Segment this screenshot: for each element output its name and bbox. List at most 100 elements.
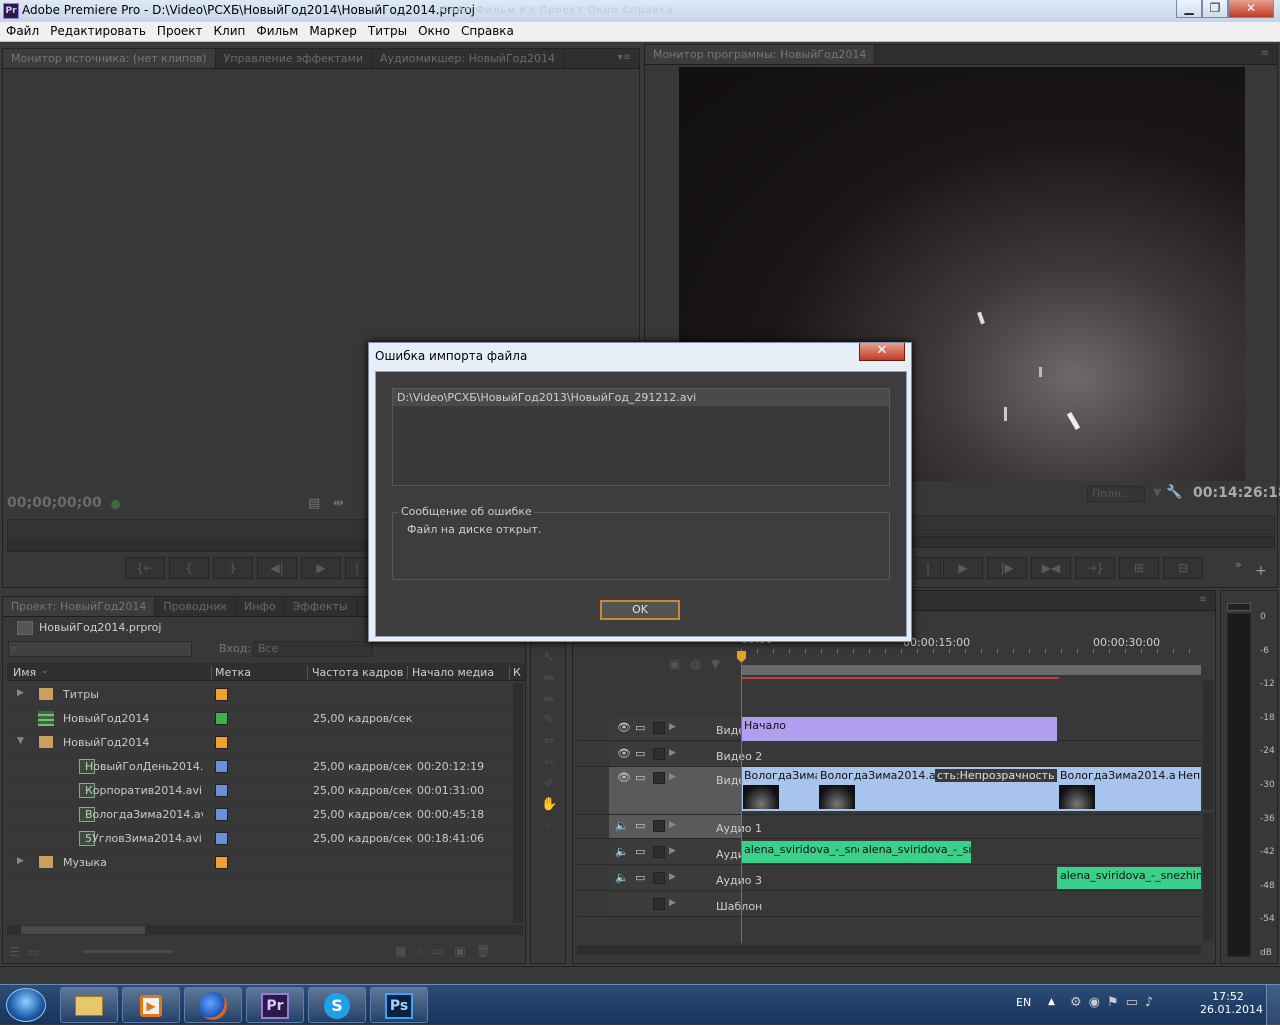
project-vscrollbar[interactable] (513, 683, 523, 923)
drag-video-icon[interactable]: ⇹ (333, 496, 344, 511)
menu-sequence[interactable]: Фильм (250, 22, 303, 38)
show-desktop-button[interactable] (1266, 985, 1280, 1025)
expand-triangle-icon[interactable]: ▶ (669, 772, 676, 782)
start-button[interactable] (6, 988, 46, 1022)
table-row[interactable]: ▼ НовыйГод2014 (7, 731, 511, 755)
track-header[interactable]: 👁 ▭ ▶ Видео 3 (609, 717, 762, 740)
film-icon[interactable]: ▭ (635, 845, 645, 858)
panel-menu-icon[interactable]: ≡ (1199, 594, 1207, 605)
opacity-keyframe-label[interactable]: сть:Непрозрачность (935, 769, 1057, 782)
minimize-button[interactable]: ▁ (1176, 0, 1202, 18)
lock-toggle[interactable] (653, 772, 665, 784)
tab-media-browser[interactable]: Проводник (155, 597, 237, 616)
col-media-start[interactable]: Начало медиа (407, 666, 494, 679)
menu-edit[interactable]: Редактировать (44, 22, 151, 38)
audio-clip[interactable]: alena_sviridova_-_sne (741, 841, 859, 863)
label-swatch[interactable] (215, 808, 228, 821)
audio-clip[interactable]: alena_sviridova_-_sı (859, 841, 971, 863)
col-name[interactable]: Имя (13, 666, 36, 679)
ok-button[interactable]: OK (600, 600, 680, 620)
maximize-button[interactable]: ❐ (1202, 0, 1228, 18)
label-swatch[interactable] (215, 688, 228, 701)
col-k[interactable]: К (509, 666, 521, 679)
lock-toggle[interactable] (653, 820, 665, 832)
project-search-input[interactable]: ⌕ (8, 641, 192, 657)
expand-triangle-icon[interactable]: ▼ (17, 736, 24, 746)
film-icon[interactable]: ▭ (635, 871, 645, 884)
go-to-out-button[interactable]: ▶◀ (1031, 557, 1071, 579)
in-select[interactable]: Все (253, 641, 373, 657)
tab-source-monitor[interactable]: Монитор источника: (нет клипов) (3, 49, 216, 68)
track-header[interactable]: 🔈 ▭ ▶ Аудио 3 (609, 867, 762, 890)
step-back-button[interactable]: | (915, 557, 941, 579)
taskbar-skype[interactable]: S (308, 987, 366, 1023)
play-button[interactable]: ▶ (943, 557, 983, 579)
label-swatch[interactable] (215, 784, 228, 797)
mark-out-button[interactable]: } (213, 557, 253, 579)
track-header[interactable]: 👁 ▭ ▶ Видео 1 (609, 767, 762, 814)
film-icon[interactable]: ▭ (635, 721, 645, 734)
tab-effect-controls[interactable]: Управление эффектами (216, 49, 372, 68)
program-timecode[interactable]: 00:14:26:18 (1193, 485, 1280, 501)
expand-triangle-icon[interactable]: ▶ (669, 748, 676, 758)
expand-triangle-icon[interactable]: ▶ (17, 856, 24, 866)
video-clip[interactable]: Неп (1175, 767, 1201, 811)
tray-icons[interactable]: ⚙◉⚑▭♪ (1070, 995, 1160, 1010)
label-swatch[interactable] (215, 856, 228, 869)
timeline-tool-icons[interactable]: ▣◍▼ (669, 657, 730, 671)
show-hidden-icons-icon[interactable]: ▲ (1048, 997, 1055, 1007)
speaker-icon[interactable]: 🔈 (615, 819, 629, 832)
film-icon[interactable]: ▭ (635, 819, 645, 832)
audio-clip[interactable]: alena_sviridova_-_snezhink (1057, 867, 1201, 889)
film-icon[interactable]: ▭ (635, 747, 645, 760)
menu-clip[interactable]: Клип (208, 22, 251, 38)
lock-toggle[interactable] (653, 722, 665, 734)
track-header[interactable]: 👁 ▭ ▶ Видео 2 (609, 743, 762, 766)
safe-margins-icon[interactable]: ▤ (308, 496, 320, 511)
tab-project[interactable]: Проект: НовыйГод2014 (3, 597, 156, 616)
work-area-bar[interactable] (741, 665, 1201, 675)
sort-chevron-icon[interactable]: ⌄ (41, 666, 49, 676)
video-vscrollbar[interactable] (1203, 681, 1213, 809)
close-button[interactable]: ✕ (1228, 0, 1274, 18)
language-indicator[interactable]: EN (1016, 996, 1031, 1009)
file-list[interactable]: D:\Video\РСХБ\НовыйГод2013\НовыйГод_2912… (392, 388, 890, 486)
taskbar-photoshop[interactable]: Ps (370, 987, 428, 1023)
menu-marker[interactable]: Маркер (303, 22, 362, 38)
track-header[interactable]: ▶ Шаблон (609, 893, 762, 916)
audio-vscrollbar[interactable] (1203, 813, 1213, 941)
taskbar-explorer[interactable] (60, 987, 118, 1023)
tab-audio-mixer[interactable]: Аудиомикшер: НовыйГод2014 (372, 49, 564, 68)
lift-button[interactable]: ⊞ (1119, 557, 1159, 579)
wrench-icon[interactable]: 🔧 (1166, 485, 1182, 500)
table-row[interactable]: 5УгловЗима2014.avi 25,00 кадров/сек 00:18:… (7, 827, 511, 851)
mark-in-button[interactable]: {← (125, 557, 165, 579)
eye-icon[interactable]: 👁 (617, 771, 631, 784)
menu-window[interactable]: Окно (412, 22, 455, 38)
table-row[interactable]: НовыйГолДень2014.avi 25,00 кадров/сек 00:2… (7, 755, 511, 779)
expand-triangle-icon[interactable]: ▶ (669, 722, 676, 732)
mark-out-button[interactable]: →} (1075, 557, 1115, 579)
label-swatch[interactable] (215, 832, 228, 845)
tab-program-monitor[interactable]: Монитор программы: НовыйГод2014 (645, 45, 876, 64)
dialog-close-button[interactable]: ✕ (859, 343, 905, 361)
clock[interactable]: 17:52 26.01.2014 (1200, 990, 1263, 1016)
table-row[interactable]: НовыйГод2014 25,00 кадров/сек (7, 707, 511, 731)
eye-icon[interactable]: 👁 (617, 721, 631, 734)
table-row[interactable]: ВологдаЗима2014.avi 25,00 кадров/сек 00:00… (7, 803, 511, 827)
panel-menu-icon[interactable]: ▾≡ (618, 52, 631, 63)
panel-menu-icon[interactable]: ≡ (1261, 48, 1269, 59)
lock-toggle[interactable] (653, 898, 665, 910)
eye-icon[interactable]: 👁 (617, 747, 631, 760)
tab-info[interactable]: Инфо (236, 597, 285, 616)
taskbar-media-player[interactable]: ▶ (122, 987, 180, 1023)
menu-titles[interactable]: Титры (362, 22, 412, 38)
track-header[interactable]: 🔈 ▭ ▶ Аудио 2 (609, 841, 762, 864)
step-forward-button[interactable]: | (345, 557, 369, 579)
film-icon[interactable]: ▭ (635, 771, 645, 784)
expand-triangle-icon[interactable]: ▶ (669, 872, 676, 882)
zoom-select[interactable]: Полн... (1087, 486, 1145, 502)
expand-triangle-icon[interactable]: ▶ (669, 846, 676, 856)
zoom-slider[interactable] (83, 950, 173, 953)
tools-list[interactable]: ↖ ⇼ ⇹ ✎ ⇔ ⇿ ✐ ✋ ⌕ (541, 647, 557, 836)
